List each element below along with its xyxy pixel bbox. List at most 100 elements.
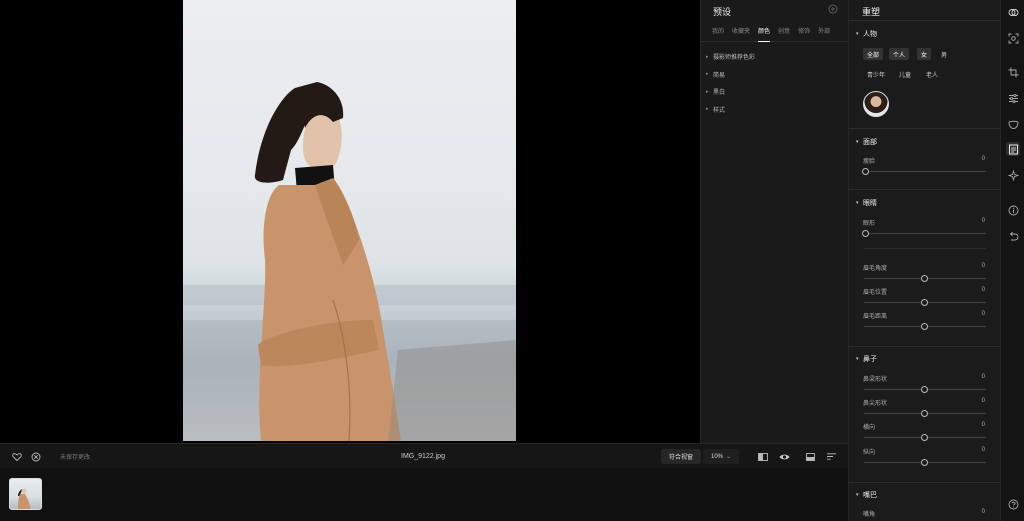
eyeshape-slider[interactable] — [864, 233, 986, 234]
slimface-slider-handle[interactable] — [862, 168, 869, 175]
tab-external[interactable]: 外部 — [818, 26, 830, 42]
slimface-slider[interactable] — [864, 171, 986, 172]
compare-split-icon[interactable] — [756, 450, 770, 464]
preset-group[interactable]: ▸ 黑白 — [701, 83, 849, 101]
brow-position-slider-handle[interactable] — [921, 299, 928, 306]
mouth-section-header[interactable]: ▾ 嘴巴 — [856, 490, 877, 500]
vertical-label: 纵向 — [863, 450, 876, 456]
sparkle-icon[interactable] — [1006, 168, 1020, 182]
filmstrip — [0, 468, 848, 521]
face-section-title: 面部 — [863, 139, 877, 146]
nose-section-title: 鼻子 — [863, 356, 877, 363]
brow-distance-label: 眉毛距离 — [863, 314, 888, 320]
mouth-corner-value: 0 — [981, 509, 985, 515]
add-preset-icon[interactable] — [828, 4, 838, 16]
unsaved-changes-label: 未保存更改 — [60, 455, 91, 461]
image-canvas[interactable] — [0, 0, 700, 443]
chip-all[interactable]: 全部 — [863, 48, 884, 60]
brow-distance-value: 0 — [981, 311, 985, 317]
eye-icon[interactable] — [777, 450, 791, 464]
tab-favorites[interactable]: 收藏夹 — [732, 26, 750, 42]
slimface-value: 0 — [981, 156, 985, 162]
portrait-frame-icon[interactable] — [1006, 142, 1020, 156]
horizontal-slider-handle[interactable] — [921, 434, 928, 441]
horizontal-label: 横向 — [863, 425, 876, 431]
bridge-shape-slider-handle[interactable] — [921, 386, 928, 393]
preset-group-label: 简易 — [713, 72, 726, 79]
detected-face-thumbnail[interactable] — [863, 91, 889, 117]
tool-rail — [1000, 0, 1024, 521]
heart-icon[interactable] — [10, 450, 24, 464]
caret-right-icon: ▸ — [706, 106, 709, 113]
tab-color[interactable]: 颜色 — [758, 26, 771, 42]
tip-shape-value: 0 — [981, 398, 985, 404]
nose-section-header[interactable]: ▾ 鼻子 — [856, 354, 877, 364]
caret-down-icon: ▾ — [856, 31, 859, 37]
chip-male[interactable]: 男 — [937, 48, 951, 60]
mask-icon[interactable] — [1006, 117, 1020, 131]
before-after-icon[interactable] — [803, 450, 817, 464]
mouth-section-title: 嘴巴 — [863, 492, 877, 499]
brow-distance-slider-handle[interactable] — [921, 323, 928, 330]
chevron-down-icon: ⌄ — [726, 454, 732, 460]
preset-group[interactable]: ▸ 简易 — [701, 66, 849, 84]
caret-right-icon: ▸ — [706, 71, 709, 78]
brow-angle-label: 眉毛角度 — [863, 266, 888, 272]
x-circle-icon[interactable] — [29, 450, 43, 464]
fit-to-window-label: 符合视窗 — [669, 455, 694, 461]
bridge-shape-value: 0 — [981, 374, 985, 380]
preset-group-label: 黑白 — [713, 90, 726, 97]
eyes-section-header[interactable]: ▾ 眼睛 — [856, 198, 877, 208]
bridge-shape-label: 鼻梁形状 — [863, 377, 888, 383]
preset-group[interactable]: ▸ 样式 — [701, 101, 849, 119]
reshape-title: 重塑 — [862, 7, 881, 17]
preset-group-label: 摄影师推荐色彩 — [713, 55, 756, 62]
filmstrip-thumbnail[interactable] — [9, 478, 42, 510]
chip-elderly[interactable]: 老人 — [922, 68, 942, 80]
eyeshape-value: 0 — [981, 218, 985, 224]
undo-icon[interactable] — [1006, 229, 1020, 243]
layers-icon[interactable] — [1006, 5, 1020, 19]
presets-panel: 预设 我的 收藏夹 颜色 创意 修饰 外部 ▸ 摄影师推荐色彩 ▸ 简易 ▸ 黑白 ▸… — [700, 0, 849, 443]
eyeshape-slider-handle[interactable] — [862, 230, 869, 237]
preset-group[interactable]: ▸ 摄影师推荐色彩 — [701, 48, 849, 66]
info-icon[interactable] — [1006, 203, 1020, 217]
chip-individual[interactable]: 个人 — [889, 48, 910, 60]
zoom-select[interactable]: 10% ⌄ — [703, 449, 740, 464]
divider — [864, 248, 986, 249]
brow-angle-slider-handle[interactable] — [921, 275, 928, 282]
chip-female[interactable]: 女 — [917, 48, 932, 60]
tab-retouch[interactable]: 修饰 — [798, 26, 810, 42]
tip-shape-slider-handle[interactable] — [921, 410, 928, 417]
face-section-header[interactable]: ▾ 面部 — [856, 137, 877, 147]
status-toolbar: 未保存更改 IMG_9122.jpg 符合视窗 10% ⌄ — [0, 443, 848, 468]
brow-position-value: 0 — [981, 287, 985, 293]
horizontal-value: 0 — [981, 422, 985, 428]
people-section-title: 人物 — [863, 31, 877, 38]
crop-face-icon[interactable] — [1006, 31, 1020, 45]
vertical-value: 0 — [981, 447, 985, 453]
chip-child[interactable]: 儿童 — [895, 68, 915, 80]
help-icon[interactable] — [1006, 497, 1020, 511]
tab-mine[interactable]: 我的 — [712, 26, 724, 42]
eyeshape-label: 眼形 — [863, 221, 876, 227]
photo-preview[interactable] — [183, 0, 516, 441]
fit-to-window-button[interactable]: 符合视窗 — [661, 449, 702, 464]
tab-creative[interactable]: 创意 — [778, 26, 790, 42]
crop-icon[interactable] — [1006, 65, 1020, 79]
sliders-icon[interactable] — [1006, 91, 1020, 105]
chip-teen[interactable]: 青少年 — [863, 68, 889, 80]
presets-title: 预设 — [713, 7, 732, 17]
caret-down-icon: ▾ — [856, 492, 859, 498]
sort-filter-icon[interactable] — [824, 450, 838, 464]
caret-right-icon: ▸ — [706, 53, 709, 60]
vertical-slider-handle[interactable] — [921, 459, 928, 466]
slimface-label: 瘦脸 — [863, 159, 876, 165]
caret-down-icon: ▾ — [856, 139, 859, 145]
people-section-header[interactable]: ▾ 人物 — [856, 29, 877, 39]
presets-tabs: 我的 收藏夹 颜色 创意 修饰 外部 — [701, 26, 849, 42]
reshape-panel: 重塑 ▾ 人物 全部 个人 女 男 青少年 儿童 老人 ▾ 面部 瘦脸 0 ▾ 眼睛 … — [848, 0, 1000, 521]
brow-position-label: 眉毛位置 — [863, 290, 888, 296]
zoom-value: 10% — [711, 453, 724, 460]
brow-angle-value: 0 — [981, 263, 985, 269]
